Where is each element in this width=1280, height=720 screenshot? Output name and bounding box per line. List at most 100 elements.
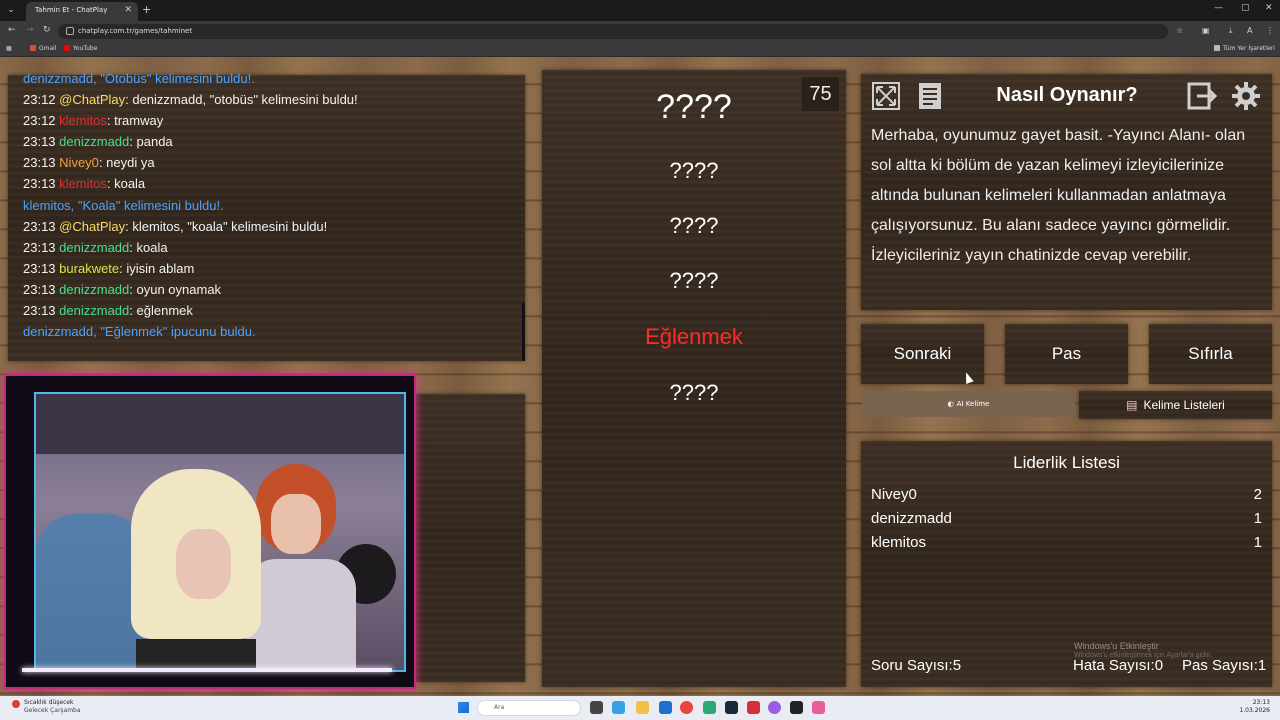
chat-username[interactable]: klemitos	[59, 176, 107, 191]
document-icon[interactable]	[915, 81, 945, 111]
site-info-icon[interactable]	[66, 27, 74, 35]
chat-text: : koala	[129, 239, 168, 255]
chat-username[interactable]: burakwete	[59, 261, 119, 276]
back-icon[interactable]: ←	[8, 25, 16, 35]
chat-system-message: denizzmadd, "Eğlenmek" ipucunu buldu.	[23, 321, 523, 342]
all-bookmarks[interactable]: Tüm Yer İşaretleri	[1214, 45, 1275, 52]
chat-username[interactable]: denizzmadd	[59, 282, 129, 297]
chrome-icon[interactable]	[680, 701, 693, 714]
windows-taskbar: Sıcaklık düşecek Gelecek Çarşamba Ara 23…	[0, 696, 1280, 720]
player-score: 1	[1253, 534, 1262, 551]
reload-icon[interactable]: ↻	[43, 25, 51, 35]
weather-subtitle: Gelecek Çarşamba	[24, 707, 81, 714]
chat-time: 23:13	[23, 176, 56, 192]
word-list-panel: 75 ???????????????? Eğlenmek????	[542, 70, 846, 687]
leaderboard-row: Nivey0 2	[871, 486, 1262, 510]
reset-button[interactable]: Sıfırla	[1149, 324, 1272, 384]
close-window-icon[interactable]: ✕	[1265, 3, 1273, 13]
menu-icon[interactable]: ⋮	[1266, 26, 1274, 35]
weather-icon[interactable]	[12, 700, 20, 708]
chat-system-message: klemitos, "Koala" kelimesini buldu!.	[23, 195, 523, 216]
how-to-play-text: Merhaba, oyunumuz gayet basit. -Yayıncı …	[871, 127, 1246, 264]
ai-icon: ◐	[947, 400, 954, 408]
steam-icon[interactable]	[725, 701, 738, 714]
chat-username[interactable]: denizzmadd	[59, 303, 129, 318]
exit-icon[interactable]	[1187, 81, 1217, 111]
start-icon[interactable]	[458, 702, 469, 713]
chat-username[interactable]: Nivey0	[59, 155, 99, 170]
chat-username[interactable]: @ChatPlay	[59, 92, 125, 107]
how-to-play-title: Nasıl Oynanır?	[996, 84, 1138, 106]
question-count: Soru Sayısı:5	[871, 657, 962, 674]
player-name: klemitos	[871, 534, 927, 551]
extensions-icon[interactable]: ▣	[1202, 26, 1210, 35]
chat-time: 23:13	[23, 155, 56, 171]
player-name: Nivey0	[871, 486, 917, 503]
browser-tab[interactable]: Tahmin Et - ChatPlay ✕	[26, 2, 138, 21]
weather-title: Sıcaklık düşecek	[24, 699, 74, 706]
pass-button[interactable]: Pas	[1005, 324, 1128, 384]
fullscreen-icon[interactable]	[871, 81, 901, 111]
word-lists-button[interactable]: ▤ Kelime Listeleri	[1079, 391, 1272, 419]
download-icon[interactable]: ⤓	[1229, 26, 1233, 36]
chat-scrollbar[interactable]	[522, 303, 525, 361]
browser-tabbar: ⌄ Tahmin Et - ChatPlay ✕ + — ▢ ✕	[0, 0, 1280, 21]
task-view-icon[interactable]	[590, 701, 603, 714]
bookmark-gmail[interactable]: Gmail	[30, 45, 57, 52]
store-icon[interactable]	[659, 701, 672, 714]
hidden-word: ????	[669, 213, 719, 238]
taskbar-search-placeholder: Ara	[494, 704, 505, 711]
chat-username[interactable]: denizzmadd	[59, 240, 129, 255]
app-icon[interactable]	[703, 701, 716, 714]
chat-message: 23:12 @ChatPlay: denizzmadd, "otobüs" ke…	[23, 89, 523, 110]
tab-search-icon[interactable]: ⌄	[3, 3, 19, 18]
chat-text: : tramway	[106, 113, 164, 129]
close-tab-icon[interactable]: ✕	[124, 5, 132, 15]
system-text: denizzmadd, "Otobüs" kelimesini buldu!.	[23, 71, 255, 86]
chat-text: : klemitos, "koala" kelimesini buldu!	[125, 218, 328, 234]
explorer-icon[interactable]	[636, 701, 649, 714]
star-icon[interactable]: ☆	[1176, 26, 1183, 35]
webcam-video	[34, 392, 406, 672]
app-icon-red[interactable]	[747, 701, 760, 714]
tab-title: Tahmin Et - ChatPlay	[35, 6, 108, 14]
url-input[interactable]: chatplay.com.tr/games/tahminet ☆	[58, 24, 1183, 39]
taskbar-search-input[interactable]: Ara	[477, 700, 581, 716]
apps-icon[interactable]: ▦	[6, 45, 12, 52]
chat-message: 23:13 denizzmadd: eğlenmek	[23, 300, 523, 321]
how-to-play-panel: Nasıl Oynanır? Merhaba, oyunumuz gayet b…	[861, 74, 1272, 310]
ai-word-button[interactable]: ◐ AI Kelime	[862, 391, 1075, 417]
copilot-icon[interactable]	[612, 701, 625, 714]
minimize-icon[interactable]: —	[1214, 3, 1223, 13]
chat-time: 23:13	[23, 134, 56, 150]
taskbar-clock[interactable]: 23:13 1.03.2026	[1239, 699, 1270, 715]
chat-message: 23:13 @ChatPlay: klemitos, "koala" kelim…	[23, 216, 523, 237]
word-lists-label: Kelime Listeleri	[1143, 398, 1225, 412]
maximize-icon[interactable]: ▢	[1241, 3, 1250, 13]
chat-time: 23:13	[23, 218, 56, 234]
leaderboard-row: klemitos 1	[871, 534, 1262, 558]
app-icon-purple[interactable]	[768, 701, 781, 714]
chat-username[interactable]: klemitos	[59, 113, 107, 128]
chat-time: 23:12	[23, 113, 56, 129]
address-bar-row: ← → ↻ chatplay.com.tr/games/tahminet ☆ ▣…	[0, 21, 1280, 42]
app-icon-pink[interactable]	[812, 701, 825, 714]
profile-icon[interactable]: A	[1247, 26, 1252, 35]
system-text: klemitos, "Koala" kelimesini buldu!.	[23, 197, 224, 213]
chat-panel: denizzmadd, "Otobüs" kelimesini buldu!. 2…	[8, 71, 525, 361]
chat-message: 23:13 klemitos: koala	[23, 173, 523, 194]
chat-message: 23:13 burakwete: iyisin ablam	[23, 258, 523, 279]
chat-message: 23:13 denizzmadd: oyun oynamak	[23, 279, 523, 300]
chat-text: : panda	[129, 134, 173, 150]
forward-icon[interactable]: →	[26, 25, 34, 35]
chat-username[interactable]: @ChatPlay	[59, 219, 125, 234]
gear-icon[interactable]	[1231, 81, 1261, 111]
chat-username[interactable]: denizzmadd	[59, 134, 129, 149]
bookmark-youtube[interactable]: YouTube	[64, 45, 97, 52]
system-text: denizzmadd, "Eğlenmek" ipucunu buldu.	[23, 324, 256, 340]
new-tab-icon[interactable]: +	[142, 3, 151, 16]
chat-message: 23:12 klemitos: tramway	[23, 110, 523, 131]
app-icon-dark[interactable]	[790, 701, 803, 714]
chat-time: 23:13	[23, 281, 56, 297]
chat-time: 23:12	[23, 92, 56, 108]
